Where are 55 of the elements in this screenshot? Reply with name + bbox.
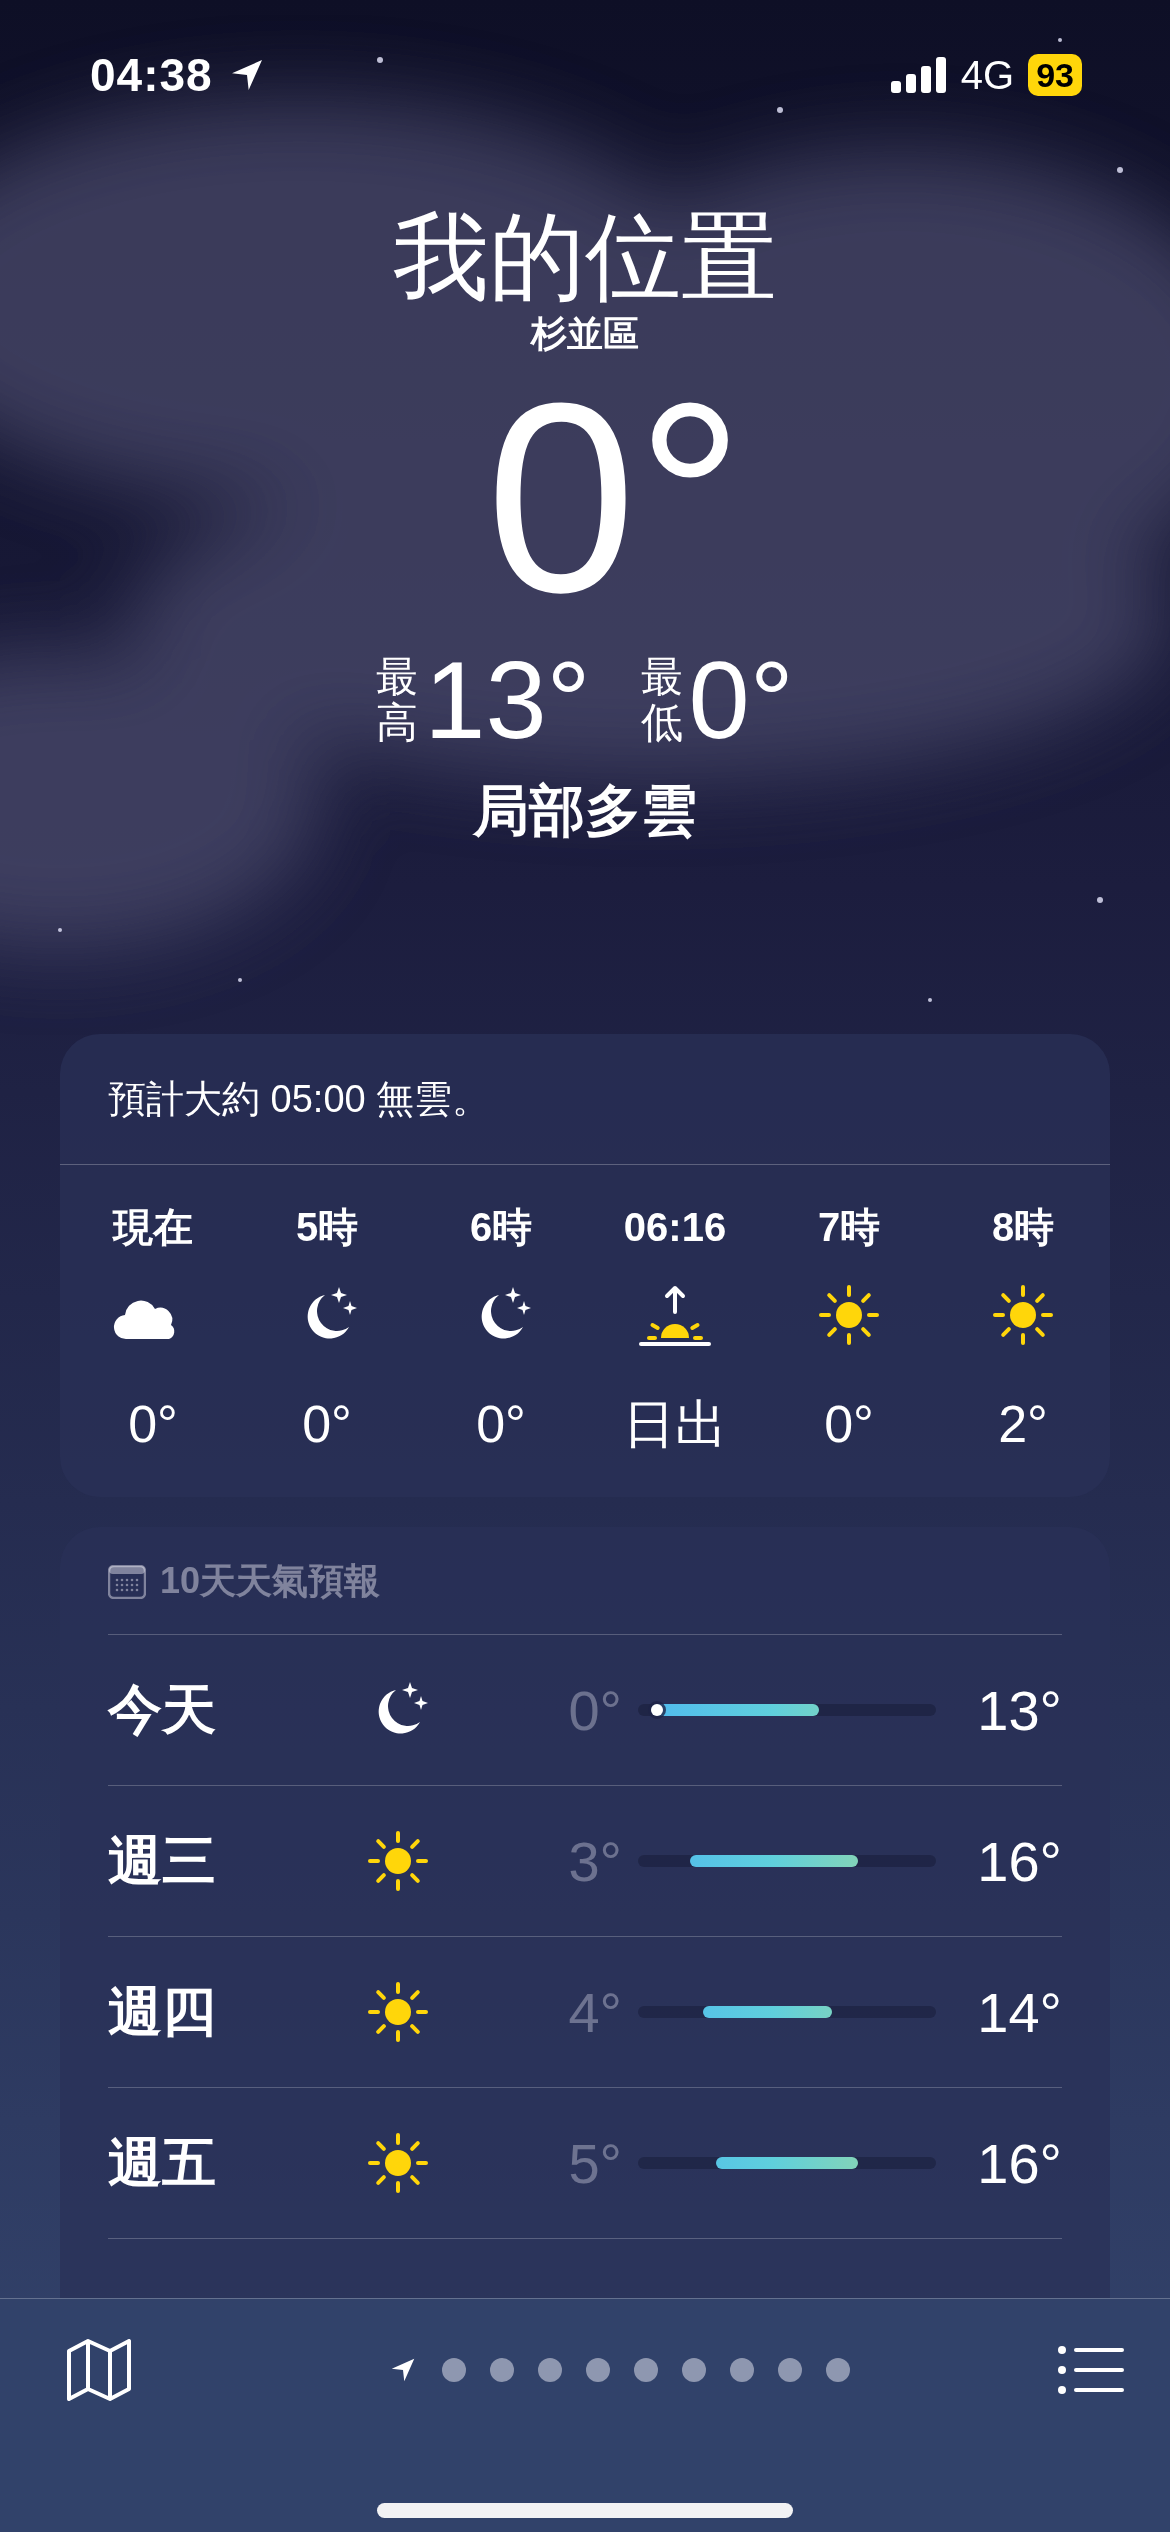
day-name: 今天 bbox=[108, 1677, 217, 1741]
hour-temperature: 2° bbox=[998, 1394, 1048, 1455]
hour-temperature: 0° bbox=[824, 1394, 874, 1455]
hour-label: 7時 bbox=[817, 1204, 881, 1251]
hour-temperature: 0° bbox=[476, 1394, 526, 1455]
hour-temperature: 0° bbox=[302, 1394, 352, 1455]
page-dot[interactable] bbox=[586, 2358, 610, 2382]
page-dot[interactable] bbox=[778, 2358, 802, 2382]
signal-icon bbox=[890, 57, 947, 93]
hour-label: 5時 bbox=[295, 1204, 359, 1251]
high-temperature: 14° bbox=[976, 1979, 1062, 2045]
sun-icon bbox=[365, 2130, 431, 2196]
high-temperature: 16° bbox=[976, 1828, 1062, 1894]
high-temperature: 13° bbox=[424, 640, 591, 760]
battery-level: 93 bbox=[1028, 54, 1082, 96]
page-dot[interactable] bbox=[442, 2358, 466, 2382]
page-dot[interactable] bbox=[538, 2358, 562, 2382]
page-dot[interactable] bbox=[682, 2358, 706, 2382]
low-temperature: 3° bbox=[567, 1828, 623, 1894]
district-name: 杉並區 bbox=[531, 312, 639, 356]
low-temperature: 0° bbox=[567, 1677, 623, 1743]
hour-temperature: 日出 bbox=[623, 1394, 727, 1455]
low-temperature: 0° bbox=[688, 640, 794, 760]
high-temperature: 13° bbox=[976, 1677, 1062, 1743]
page-dot[interactable] bbox=[490, 2358, 514, 2382]
calendar-icon bbox=[108, 1564, 146, 1599]
high-label: 最高 bbox=[376, 653, 419, 747]
page-dot[interactable] bbox=[730, 2358, 754, 2382]
location-title: 我的位置 bbox=[393, 202, 777, 312]
map-button[interactable] bbox=[66, 2339, 132, 2401]
forecast-title: 10天天氣預報 bbox=[160, 1559, 381, 1603]
sun-icon bbox=[365, 1979, 431, 2045]
page-dot[interactable] bbox=[634, 2358, 658, 2382]
sun-icon bbox=[365, 1828, 431, 1894]
network-label: 4G bbox=[960, 52, 1015, 98]
low-temperature: 5° bbox=[567, 2130, 623, 2196]
forecast-summary: 預計大約 05:00 無雲。 bbox=[60, 1034, 1110, 1165]
low-temperature: 4° bbox=[567, 1979, 623, 2045]
current-temperature: 0° bbox=[485, 358, 745, 638]
sun-icon bbox=[990, 1282, 1056, 1348]
hour-label: 現在 bbox=[113, 1204, 193, 1251]
low-label: 最低 bbox=[640, 653, 683, 747]
day-name: 週五 bbox=[108, 2130, 217, 2194]
weather-condition: 局部多雲 bbox=[473, 778, 697, 844]
sun-icon bbox=[816, 1282, 882, 1348]
day-name: 週四 bbox=[108, 1979, 217, 2043]
hour-label: 06:16 bbox=[623, 1204, 727, 1251]
page-dot[interactable] bbox=[826, 2358, 850, 2382]
hour-label: 6時 bbox=[469, 1204, 533, 1251]
status-time: 04:38 bbox=[90, 48, 213, 102]
day-name: 週三 bbox=[108, 1828, 217, 1892]
list-button[interactable] bbox=[1058, 2345, 1124, 2395]
hour-label: 8時 bbox=[991, 1204, 1055, 1251]
high-temperature: 16° bbox=[976, 2130, 1062, 2196]
hour-temperature: 0° bbox=[128, 1394, 178, 1455]
